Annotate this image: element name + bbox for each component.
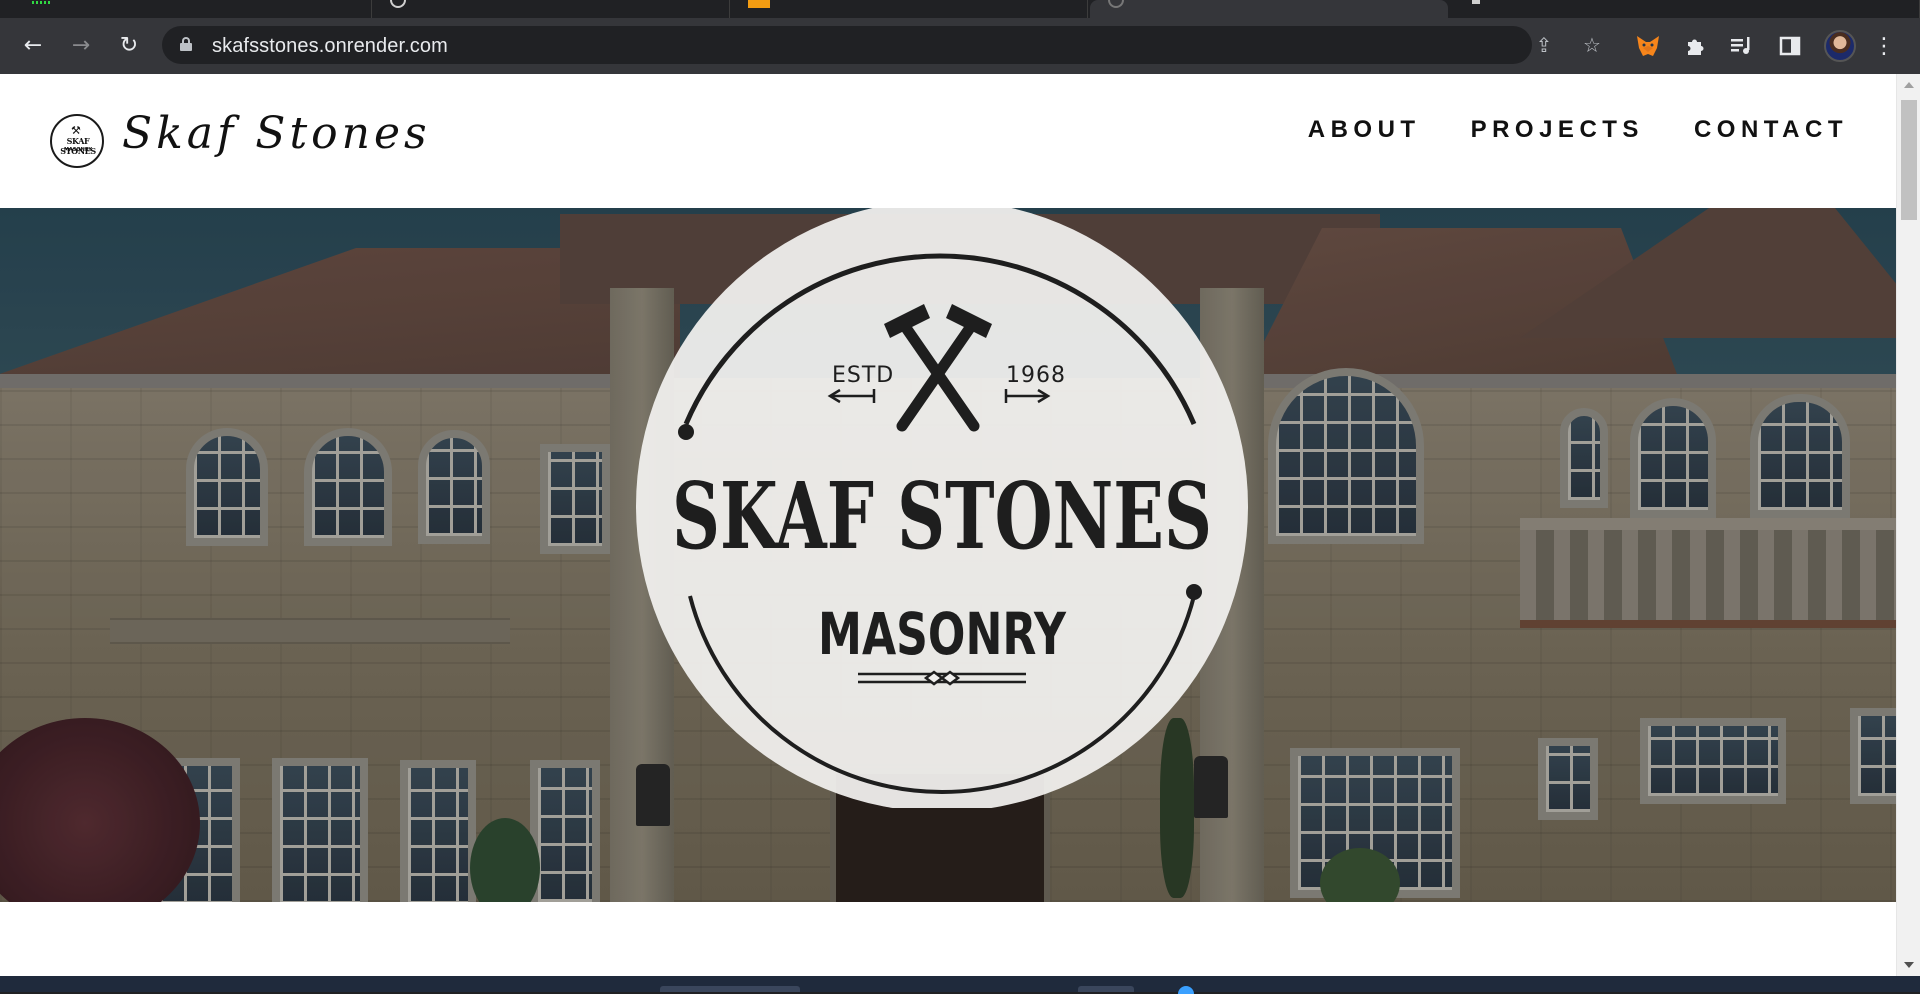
menu-icon[interactable]: ⋮ (1872, 32, 1896, 60)
green-grid-icon (32, 1, 50, 4)
address-bar[interactable]: skafsstones.onrender.com ⇪ ☆ (162, 26, 1601, 64)
lock-icon[interactable] (180, 37, 192, 51)
browser-tab-active[interactable] (1090, 0, 1448, 18)
estd-year: 1968 (1006, 363, 1066, 388)
taskbar-item[interactable] (660, 986, 800, 992)
main-nav: ABOUT PROJECTS CONTACT (1308, 116, 1848, 144)
page-viewport: ⚒ SKAF STONES MASONRY Skaf Stones ABOUT … (0, 74, 1920, 976)
browser-tab[interactable] (372, 0, 730, 18)
taskbar-app-icon[interactable] (1178, 986, 1194, 994)
media-control-icon[interactable] (1728, 32, 1756, 60)
back-button[interactable]: ← (16, 28, 50, 62)
metamask-extension-icon[interactable] (1634, 32, 1662, 60)
hero-logo: ESTD 1968 SKAF STONES MASONRY (634, 208, 1250, 808)
extensions-puzzle-icon[interactable] (1682, 32, 1710, 60)
hero-logo-name: SKAF STONES (672, 462, 1212, 570)
loading-icon (1108, 0, 1124, 8)
browser-tab[interactable] (730, 0, 1088, 18)
hero-logo-tagline: MASONRY (818, 600, 1067, 668)
site-header: ⚒ SKAF STONES MASONRY Skaf Stones ABOUT … (0, 74, 1896, 208)
hero-banner: ESTD 1968 SKAF STONES MASONRY (0, 208, 1896, 902)
header-logo-sub: MASONRY (63, 147, 93, 153)
forward-button[interactable]: → (64, 28, 98, 62)
estd-label: ESTD (832, 363, 894, 388)
nav-link-contact[interactable]: CONTACT (1694, 116, 1848, 144)
taskbar-item[interactable] (1078, 986, 1134, 992)
orange-square-icon (748, 0, 770, 8)
scroll-up-arrow-icon[interactable] (1904, 82, 1914, 88)
page-scrollbar[interactable] (1896, 74, 1920, 976)
header-logo[interactable]: ⚒ SKAF STONES MASONRY (50, 114, 104, 168)
browser-toolbar: ← → ↻ skafsstones.onrender.com ⇪ ☆ ⋮ (0, 18, 1920, 74)
os-taskbar (0, 976, 1920, 994)
nav-link-about[interactable]: ABOUT (1308, 116, 1421, 144)
reload-icon: ↻ (119, 32, 139, 58)
browser-tab[interactable] (1448, 0, 1920, 18)
dot-icon (1472, 0, 1480, 4)
nav-link-projects[interactable]: PROJECTS (1471, 116, 1644, 144)
side-panel-icon[interactable] (1776, 32, 1804, 60)
arrow-left-icon: ← (23, 32, 43, 58)
scrollbar-thumb[interactable] (1901, 100, 1917, 220)
reload-button[interactable]: ↻ (112, 28, 146, 62)
profile-avatar[interactable] (1824, 30, 1856, 62)
url-text[interactable]: skafsstones.onrender.com (212, 35, 448, 58)
bookmark-star-icon[interactable]: ☆ (1580, 33, 1604, 57)
scroll-down-arrow-icon[interactable] (1904, 962, 1914, 968)
tab-strip (0, 0, 1920, 18)
header-logo-text: SKAF STONES (60, 136, 96, 156)
browser-tab[interactable] (0, 0, 372, 18)
share-icon[interactable]: ⇪ (1532, 33, 1556, 57)
brand-name[interactable]: Skaf Stones (122, 108, 431, 159)
headphones-icon (390, 0, 406, 8)
arrow-right-icon: → (71, 32, 91, 58)
